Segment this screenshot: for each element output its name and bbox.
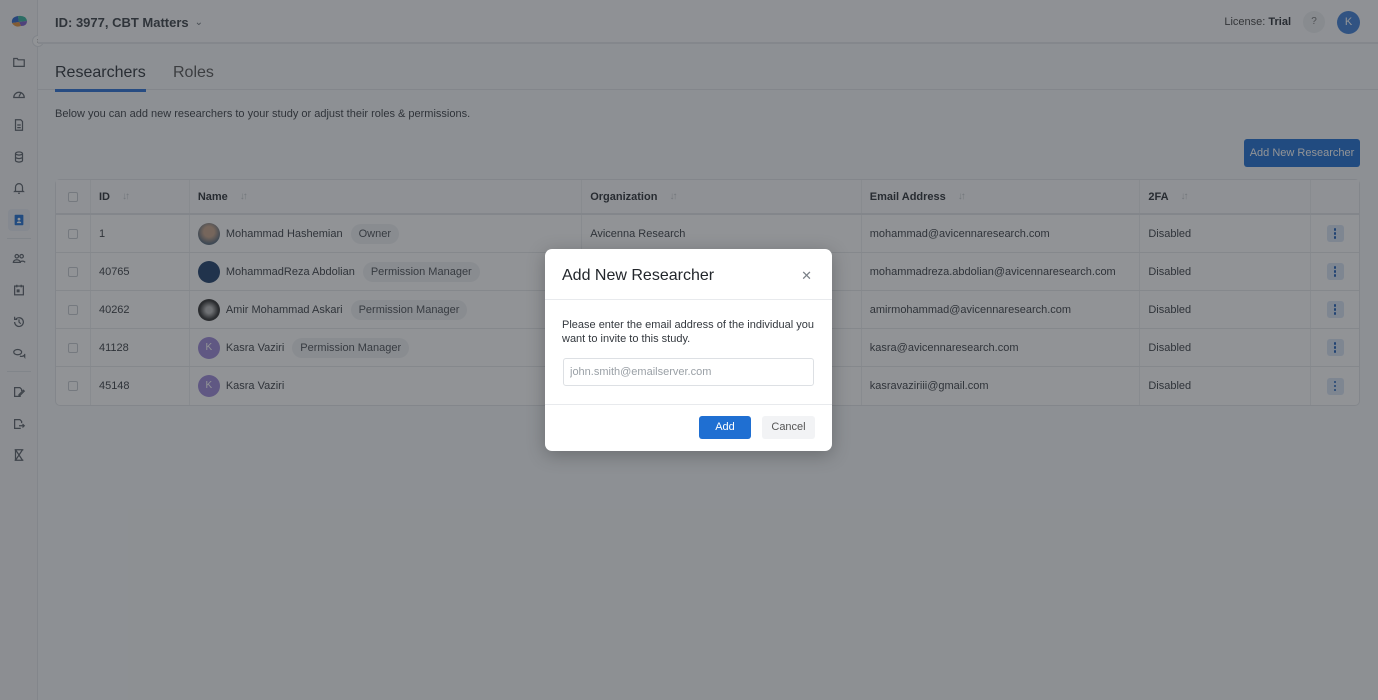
add-button[interactable]: Add [699,416,751,439]
add-researcher-dialog: Add New Researcher ✕ Please enter the em… [545,249,832,451]
close-icon[interactable]: ✕ [801,269,812,282]
email-input[interactable] [563,358,814,386]
dialog-title: Add New Researcher [562,267,715,284]
dialog-header: Add New Researcher ✕ [545,249,832,300]
cancel-button[interactable]: Cancel [762,416,815,439]
dialog-body: Please enter the email address of the in… [545,300,832,405]
dialog-instructions: Please enter the email address of the in… [562,319,814,345]
